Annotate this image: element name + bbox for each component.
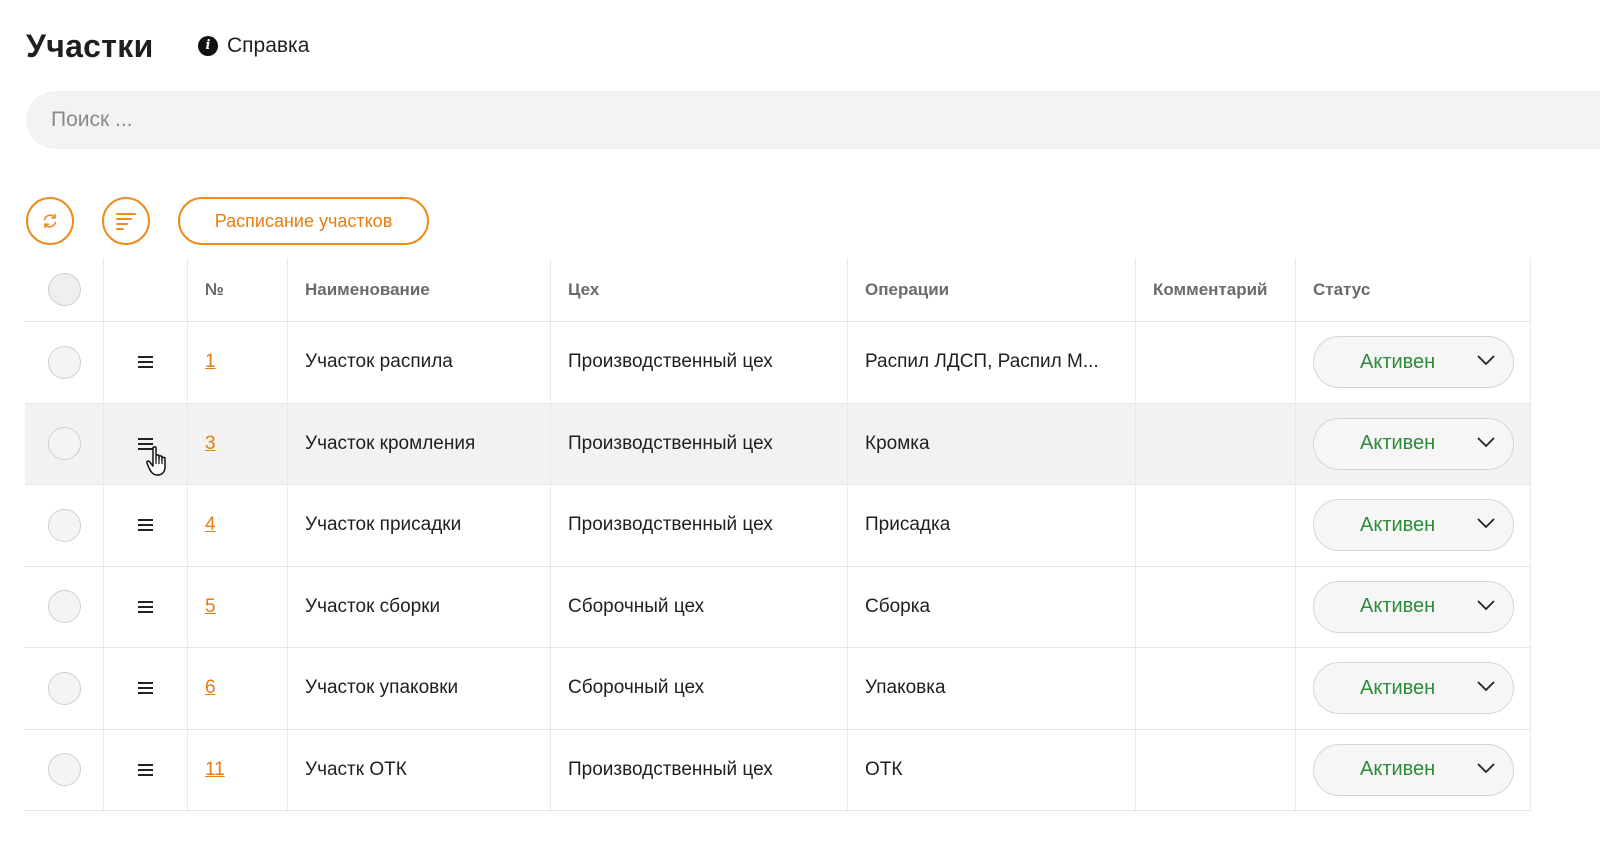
table-row[interactable]: 5 Участок сборки Сборочный цех Сборка Ак… <box>25 566 1531 648</box>
column-header-num[interactable]: № <box>188 258 288 321</box>
schedule-button[interactable]: Расписание участков <box>178 197 429 245</box>
row-shop: Производственный цех <box>551 729 848 810</box>
row-shop: Сборочный цех <box>551 648 848 729</box>
status-dropdown[interactable]: Активен <box>1313 580 1514 633</box>
column-header-operations[interactable]: Операции <box>848 258 1136 321</box>
row-name: Участок упаковки <box>288 648 551 729</box>
row-name: Участк ОТК <box>288 729 551 810</box>
table-row[interactable]: 6 Участок упаковки Сборочный цех Упаковк… <box>25 648 1531 730</box>
row-name: Участок распила <box>288 322 551 403</box>
row-shop: Производственный цех <box>551 322 848 403</box>
row-select-radio[interactable] <box>47 671 81 705</box>
row-operations: ОТК <box>848 729 1136 810</box>
actions-header <box>104 258 188 321</box>
row-comment <box>1136 322 1296 403</box>
row-select-radio[interactable] <box>47 427 81 461</box>
row-operations: Присадка <box>848 485 1136 566</box>
status-dropdown[interactable]: Активен <box>1313 662 1514 715</box>
table-row[interactable]: 11 Участк ОТК Производственный цех ОТК А… <box>25 729 1531 811</box>
row-number-link[interactable]: 4 <box>205 514 216 536</box>
row-menu-icon[interactable] <box>137 518 154 532</box>
sort-button[interactable] <box>102 197 150 245</box>
column-header-name[interactable]: Наименование <box>288 258 551 321</box>
status-label: Активен <box>1360 758 1436 781</box>
help-link[interactable]: i Справка <box>198 34 309 58</box>
row-number-link[interactable]: 11 <box>205 759 225 781</box>
chevron-down-icon <box>1477 437 1495 448</box>
row-menu-icon[interactable] <box>137 681 154 695</box>
sort-icon <box>116 213 136 230</box>
row-comment <box>1136 485 1296 566</box>
search-bar[interactable] <box>26 91 1600 149</box>
row-comment <box>1136 729 1296 810</box>
chevron-down-icon <box>1477 518 1495 529</box>
row-menu-icon[interactable] <box>137 600 154 614</box>
status-label: Активен <box>1360 595 1436 618</box>
column-header-status[interactable]: Статус <box>1296 258 1531 321</box>
row-number-link[interactable]: 5 <box>205 596 216 618</box>
column-header-comment[interactable]: Комментарий <box>1136 258 1296 321</box>
row-name: Участок сборки <box>288 566 551 647</box>
status-dropdown[interactable]: Активен <box>1313 499 1514 552</box>
row-number-link[interactable]: 6 <box>205 677 216 699</box>
status-label: Активен <box>1360 513 1436 536</box>
table-row[interactable]: 4 Участок присадки Производственный цех … <box>25 485 1531 567</box>
row-number-link[interactable]: 1 <box>205 351 216 373</box>
row-select-radio[interactable] <box>47 753 81 787</box>
row-number-link[interactable]: 3 <box>205 433 216 455</box>
chevron-down-icon <box>1477 600 1495 611</box>
row-shop: Производственный цех <box>551 403 848 484</box>
search-input[interactable] <box>51 108 1600 132</box>
page: Участки i Справка Расписание участков <box>0 0 1600 859</box>
row-select-radio[interactable] <box>47 590 81 624</box>
row-name: Участок кромления <box>288 403 551 484</box>
chevron-down-icon <box>1477 763 1495 774</box>
refresh-button[interactable] <box>26 197 74 245</box>
hand-cursor-icon <box>146 446 166 476</box>
chevron-down-icon <box>1477 355 1495 366</box>
row-comment <box>1136 648 1296 729</box>
table-header: № Наименование Цех Операции Комментарий … <box>25 258 1531 322</box>
select-all-cell <box>25 258 104 321</box>
page-title: Участки <box>26 28 154 64</box>
info-icon: i <box>198 36 218 56</box>
row-operations: Сборка <box>848 566 1136 647</box>
row-name: Участок присадки <box>288 485 551 566</box>
status-dropdown[interactable]: Активен <box>1313 417 1514 470</box>
row-operations: Распил ЛДСП, Распил М... <box>848 322 1136 403</box>
status-label: Активен <box>1360 432 1436 455</box>
row-shop: Производственный цех <box>551 485 848 566</box>
row-operations: Упаковка <box>848 648 1136 729</box>
status-label: Активен <box>1360 350 1436 373</box>
row-select-radio[interactable] <box>47 508 81 542</box>
column-header-shop[interactable]: Цех <box>551 258 848 321</box>
refresh-icon <box>43 213 57 229</box>
row-shop: Сборочный цех <box>551 566 848 647</box>
select-all-radio[interactable] <box>47 273 81 306</box>
row-menu-icon[interactable] <box>137 355 154 369</box>
table-row[interactable]: 3 Участок кромления Производственный цех… <box>25 403 1531 485</box>
status-dropdown[interactable]: Активен <box>1313 743 1514 796</box>
table-row[interactable]: 1 Участок распила Производственный цех Р… <box>25 322 1531 404</box>
status-dropdown[interactable]: Активен <box>1313 336 1514 389</box>
status-label: Активен <box>1360 676 1436 699</box>
row-comment <box>1136 403 1296 484</box>
chevron-down-icon <box>1477 681 1495 692</box>
row-operations: Кромка <box>848 403 1136 484</box>
row-comment <box>1136 566 1296 647</box>
row-menu-icon[interactable] <box>137 763 154 777</box>
row-select-radio[interactable] <box>47 345 81 379</box>
sections-table: № Наименование Цех Операции Комментарий … <box>25 258 1531 811</box>
help-label: Справка <box>227 34 310 57</box>
